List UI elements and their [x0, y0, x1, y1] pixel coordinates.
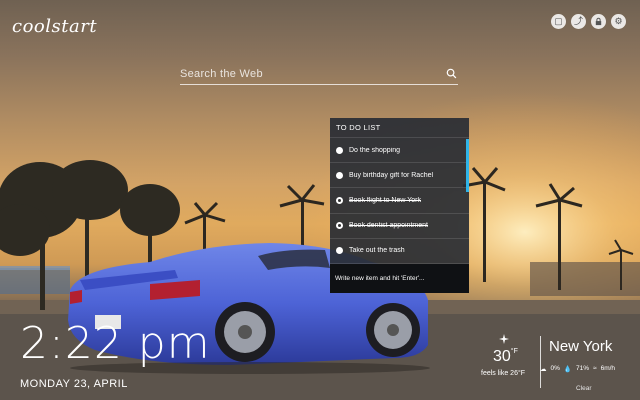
- clock-date: MONDAY 23, APRIL: [20, 378, 128, 390]
- todo-item-done[interactable]: Book dentist appointment: [330, 214, 469, 239]
- weather-condition: Clear: [576, 385, 592, 392]
- wind-value: 6m/h: [600, 365, 616, 372]
- precipitation-value: 0%: [550, 365, 560, 372]
- todo-scrollbar[interactable]: [466, 139, 469, 192]
- weather-divider: [540, 336, 541, 388]
- feels-like: feels like 26°F: [481, 370, 526, 377]
- todo-item[interactable]: Buy birthday gift for Rachel: [330, 163, 469, 189]
- temperature-value: 30: [493, 348, 511, 365]
- humidity-icon: 💧: [563, 366, 572, 373]
- sparkle-glyph: [499, 334, 509, 344]
- todo-item[interactable]: Do the shopping: [330, 138, 469, 164]
- clear-sky-icon: [499, 334, 509, 347]
- todo-checkbox-checked[interactable]: [336, 196, 343, 204]
- magnifier-glyph: [446, 68, 456, 79]
- todo-checkbox-checked[interactable]: [336, 222, 343, 230]
- weather-widget[interactable]: 30°F feels like 26°F New York ☁ 0% 💧 71% ≈…: [478, 334, 640, 400]
- wind-icon: ≈: [593, 365, 597, 372]
- humidity-value: 71%: [576, 365, 590, 372]
- search-input[interactable]: [180, 67, 420, 80]
- temperature-unit: °F: [510, 348, 518, 355]
- weather-city: New York: [549, 338, 613, 355]
- gear-icon[interactable]: ⚙: [611, 14, 626, 29]
- todo-checkbox[interactable]: [336, 171, 343, 179]
- app-logo[interactable]: coolstart: [12, 16, 97, 37]
- precipitation-icon: ☁: [540, 366, 547, 373]
- temperature: 30°F: [493, 348, 518, 366]
- todo-checkbox[interactable]: [336, 247, 343, 255]
- tile-icon[interactable]: ▢: [551, 14, 566, 29]
- todo-item[interactable]: Take out the trash: [330, 239, 469, 264]
- todo-item-text: Book dentist appointment: [349, 222, 428, 230]
- todo-item-text: Take out the trash: [349, 247, 405, 255]
- todo-list: Do the shopping Buy birthday gift for Ra…: [330, 138, 469, 264]
- top-toolbar: ▢ ⤴ ⚙: [551, 14, 626, 29]
- todo-widget: TO DO LIST Do the shopping Buy birthday …: [330, 118, 469, 293]
- todo-item-text: Book flight to New York: [349, 196, 421, 204]
- share-icon[interactable]: ⤴: [571, 14, 586, 29]
- todo-item-done[interactable]: Book flight to New York: [330, 188, 469, 214]
- clock-time: 2:22 pm: [20, 318, 211, 369]
- lock-glyph: [595, 17, 602, 26]
- lock-icon[interactable]: [591, 14, 606, 29]
- search-icon[interactable]: [444, 67, 458, 81]
- search-bar: [180, 63, 458, 85]
- todo-title: TO DO LIST: [330, 118, 469, 138]
- todo-new-item-input[interactable]: [330, 264, 469, 293]
- todo-item-text: Do the shopping: [349, 146, 400, 154]
- weather-stats: ☁ 0% 💧 71% ≈6m/h: [540, 365, 615, 373]
- todo-item-text: Buy birthday gift for Rachel: [349, 171, 434, 179]
- todo-checkbox[interactable]: [336, 146, 343, 154]
